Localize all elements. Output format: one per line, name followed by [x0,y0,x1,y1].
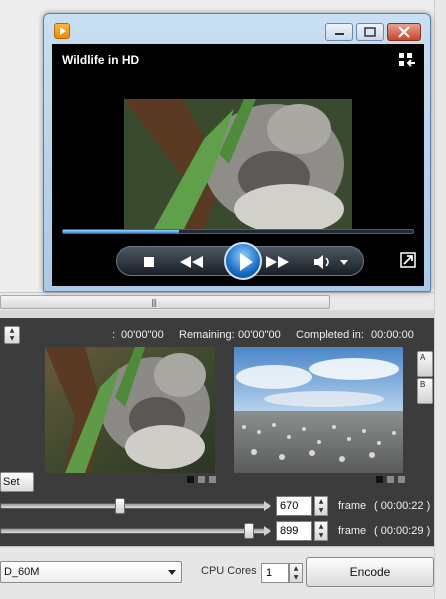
marker-b-button[interactable]: B [417,378,433,404]
play-button[interactable] [224,242,262,280]
cpu-cores-value: 1 [266,567,273,579]
start-time-prefix: : [112,329,116,341]
remaining-value: 00'00"00 [238,329,281,341]
thumb-b-page-2[interactable] [387,476,394,483]
set-button-label: Set [3,476,20,488]
cpu-cores-field[interactable]: 1 [261,563,289,583]
end-frame-field[interactable]: 899 [276,521,312,541]
spin-down-icon: ▼ [318,532,324,539]
maximize-icon [364,27,376,37]
thumb-a-page-3[interactable] [209,476,216,483]
spin-down-icon: ▼ [318,507,324,514]
spin-up-icon: ▲ [318,523,324,530]
seek-bar[interactable] [62,229,414,234]
thumb-a-page-1[interactable] [187,476,194,483]
start-frame-spinner[interactable]: ▲ ▼ [314,496,328,516]
media-player-window[interactable]: Wildlife in HD [43,13,431,292]
rewind-icon[interactable] [179,255,205,269]
close-button[interactable] [387,23,421,41]
end-frame-slider-track[interactable] [0,528,270,534]
start-time-value: 00'00"00 [121,329,164,341]
preview-thumbnail-end [234,347,403,473]
chevron-down-icon [168,570,176,575]
marker-b-label: B [420,380,426,389]
scrollbar-grip-icon: ||| [151,298,157,307]
start-frame-field[interactable]: 670 [276,496,312,516]
vertical-scrollbar[interactable] [434,0,446,599]
end-frame-time: ( 00:00:29 ) [374,525,431,537]
cpu-cores-spinner[interactable]: ▲ ▼ [289,563,303,583]
volume-icon[interactable] [313,254,333,270]
marker-a-label: A [420,353,426,362]
video-display[interactable] [124,99,352,229]
minimize-button[interactable] [325,23,353,41]
spin-up-icon: ▲ [9,327,15,334]
encode-button[interactable]: Encode [306,557,434,587]
horizontal-scrollbar[interactable]: ||| [0,292,434,310]
start-frame-unit: frame [338,500,367,512]
fast-forward-icon[interactable] [265,255,291,269]
player-surface[interactable]: Wildlife in HD [52,44,424,286]
cpu-cores-label: CPU Cores [201,565,257,577]
profile-value: D_60M [4,566,40,578]
fullscreen-icon[interactable] [400,252,416,268]
panel-spin-button[interactable]: ▲ ▼ [4,326,20,344]
preview-thumbnail-start [45,347,215,473]
koala-image [45,347,215,473]
volume-dropdown-icon[interactable] [339,259,349,267]
birds-beach-image [234,347,403,473]
spin-up-icon: ▲ [318,498,324,505]
end-frame-value: 899 [280,525,299,537]
minimize-icon [335,33,344,35]
spin-down-icon: ▼ [293,574,299,581]
profile-dropdown[interactable]: D_60M [0,561,182,583]
marker-a-button[interactable]: A [417,351,433,377]
scrollbar-thumb[interactable]: ||| [0,295,330,309]
slider-end-arrow-icon [264,526,271,536]
start-frame-slider-thumb[interactable] [115,498,125,514]
encode-button-label: Encode [349,565,391,579]
seek-bar-progress [63,230,179,233]
start-frame-time: ( 00:00:22 ) [374,500,431,512]
close-icon [398,26,410,38]
spin-up-icon: ▲ [293,565,299,572]
video-title: Wildlife in HD [62,53,140,67]
maximize-button[interactable] [356,23,384,41]
start-frame-value: 670 [280,500,299,512]
panel-divider [0,310,434,318]
thumb-b-page-3[interactable] [398,476,405,483]
thumb-b-page-1[interactable] [376,476,383,483]
koala-video-image [124,99,352,229]
app-icon [54,23,70,39]
slider-end-arrow-icon [264,501,271,511]
completed-value: 00:00:00 [371,329,414,341]
remaining-label: Remaining: [179,329,235,341]
end-frame-slider-thumb[interactable] [244,523,254,539]
start-frame-slider-track[interactable] [0,503,270,509]
end-frame-unit: frame [338,525,367,537]
completed-label: Completed in: [296,329,364,341]
set-button[interactable]: Set [0,472,34,492]
stop-icon[interactable] [143,256,155,268]
end-frame-spinner[interactable]: ▲ ▼ [314,521,328,541]
spin-down-icon: ▼ [9,335,15,342]
switch-to-library-icon[interactable] [398,52,416,68]
thumb-a-page-2[interactable] [198,476,205,483]
